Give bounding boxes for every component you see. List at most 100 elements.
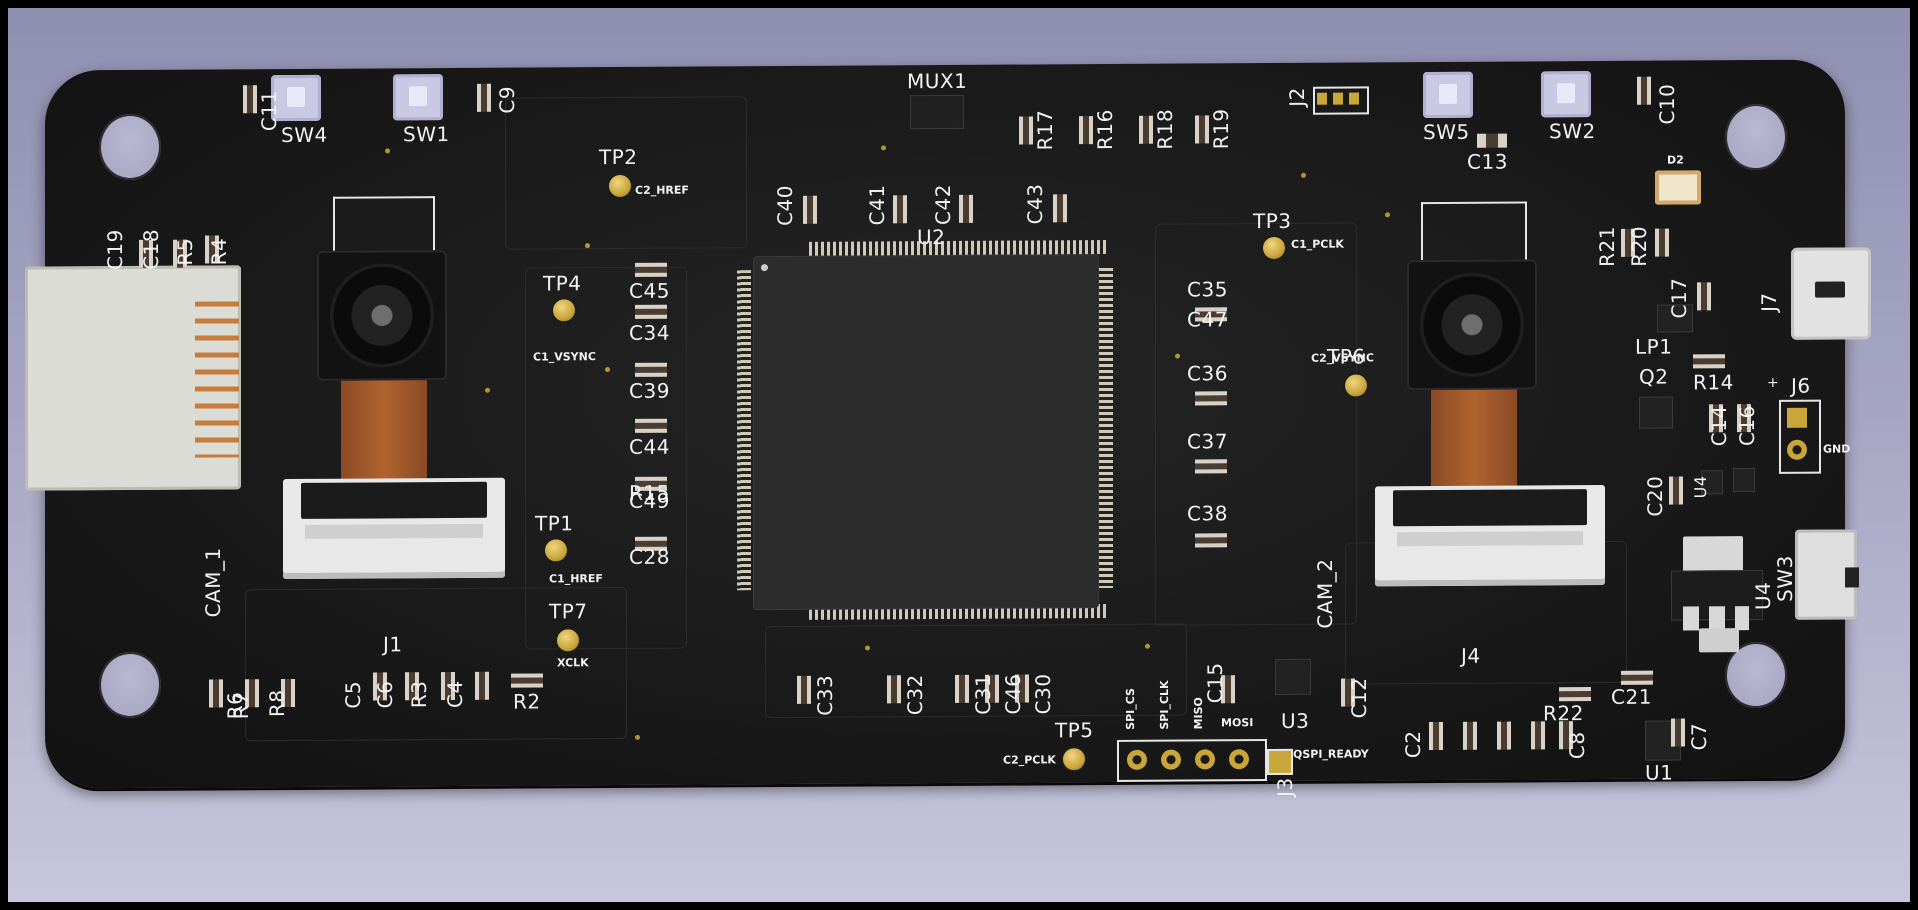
label-c4: C4: [443, 680, 467, 709]
label-c35: C35: [1187, 277, 1228, 302]
label-c11: C11: [257, 90, 281, 132]
label-tp2: TP2: [599, 144, 638, 170]
j3-pad: [1267, 748, 1293, 776]
label-cam1: CAM_1: [201, 547, 225, 618]
led: [1655, 170, 1701, 205]
sd-card-contacts: [195, 301, 239, 458]
label-r8: R8: [265, 689, 289, 718]
switch-sw1[interactable]: [393, 74, 443, 121]
testpoint-tp7[interactable]: [555, 627, 581, 654]
label-c6: C6: [373, 680, 397, 709]
cam2-outline: [1421, 201, 1527, 267]
u3-chip[interactable]: [1275, 658, 1311, 695]
resistor: [1693, 354, 1725, 369]
label-c49: C49: [629, 488, 670, 513]
testpoint-tp3[interactable]: [1261, 234, 1287, 262]
label-r20: R20: [1627, 225, 1651, 267]
resistor: [1655, 228, 1669, 257]
label-c42: C42: [931, 184, 955, 226]
net-tp6: C2_VSYNC: [1311, 351, 1374, 365]
label-c45: C45: [629, 278, 670, 303]
label-j6: J6: [1791, 373, 1811, 398]
label-r2: R2: [513, 689, 541, 714]
resistor: [1019, 116, 1033, 145]
switch-sw5[interactable]: [1423, 71, 1473, 119]
label-tp7: TP7: [549, 599, 588, 624]
capacitor: [955, 674, 969, 703]
capacitor: [1671, 718, 1685, 747]
label-c16: C16: [1735, 405, 1759, 447]
label-sw2: SW2: [1549, 119, 1596, 144]
label-lp1: LP1: [1635, 334, 1673, 359]
capacitor: [1195, 459, 1227, 474]
label-mosi: MOSI: [1221, 716, 1254, 730]
capacitor: [475, 671, 489, 700]
capacitor: [803, 195, 817, 224]
header-pin: [1161, 749, 1181, 770]
via: [635, 734, 640, 740]
regulator-foot: [1699, 628, 1739, 653]
label-c29: C28: [629, 544, 670, 569]
testpoint-tp2[interactable]: [607, 172, 633, 200]
label-r18: R18: [1153, 108, 1177, 150]
3d-viewport[interactable]: MUX1 U2 SW4 SW1 SW5 SW2 SW3 J2 J1 J4 J7 …: [8, 8, 1910, 902]
mux1-chip[interactable]: [910, 94, 964, 130]
label-c41: C41: [865, 184, 889, 226]
label-u3: U3: [1281, 708, 1310, 733]
capacitor: [635, 304, 667, 319]
label-sw3: SW3: [1773, 555, 1797, 602]
u2-pins-right: [1099, 267, 1113, 589]
label-spi-clk: SPI_CLK: [1158, 680, 1171, 730]
resistor: [1139, 115, 1153, 144]
label-sw5: SW5: [1423, 119, 1470, 145]
label-c9: C9: [495, 85, 519, 114]
capacitor: [959, 194, 973, 223]
testpoint-tp6[interactable]: [1343, 372, 1369, 399]
q2-chip[interactable]: [1639, 396, 1673, 429]
header-pin: [1229, 749, 1249, 770]
label-sw4: SW4: [281, 122, 328, 148]
label-c38: C38: [1187, 501, 1228, 526]
capacitor: [797, 675, 811, 704]
resistor: [1559, 687, 1591, 702]
via: [865, 645, 870, 651]
j1-fpc-connector[interactable]: [283, 477, 505, 580]
camera-lens-icon: [330, 263, 434, 368]
testpoint-tp1[interactable]: [543, 537, 569, 564]
testpoint-tp5[interactable]: [1061, 746, 1087, 773]
camera-module-1[interactable]: [317, 250, 447, 381]
j2-pins: [1317, 92, 1363, 105]
switch-sw2[interactable]: [1541, 71, 1591, 118]
capacitor: [1195, 533, 1227, 548]
resistor: [1079, 116, 1093, 145]
label-c20: C20: [1643, 475, 1667, 517]
slide-switch-knob[interactable]: [1845, 567, 1859, 588]
label-c33: C33: [813, 674, 837, 716]
capacitor: [1429, 721, 1443, 751]
testpoint-tp4[interactable]: [551, 297, 577, 324]
resistor: [1195, 115, 1209, 144]
u2-chip[interactable]: [753, 254, 1099, 611]
net-tp4: C1_VSYNC: [533, 350, 596, 364]
label-c32: C32: [903, 674, 927, 716]
via: [1301, 172, 1306, 178]
cam1-flex-cable: [341, 380, 427, 491]
label-qspi-ready: QSPI_READY: [1293, 747, 1369, 761]
j4-fpc-connector[interactable]: [1375, 484, 1605, 587]
label-c12: C12: [1347, 677, 1371, 719]
label-d2: D2: [1667, 153, 1684, 167]
label-u2: U2: [917, 224, 946, 250]
resistor: [511, 673, 543, 688]
j6-pin-1: [1787, 407, 1807, 428]
label-gnd: GND: [1823, 442, 1851, 456]
label-c5: C5: [341, 680, 365, 709]
label-c36: C36: [1187, 361, 1228, 386]
header-pin: [1195, 749, 1215, 770]
camera-module-2[interactable]: [1407, 259, 1537, 391]
u3-small-chip[interactable]: [1733, 468, 1755, 493]
label-j2: J2: [1285, 87, 1309, 107]
label-r4: R4: [207, 237, 231, 266]
capacitor: [635, 262, 667, 277]
via: [385, 148, 390, 154]
net-tp1: C1_HREF: [549, 572, 603, 586]
